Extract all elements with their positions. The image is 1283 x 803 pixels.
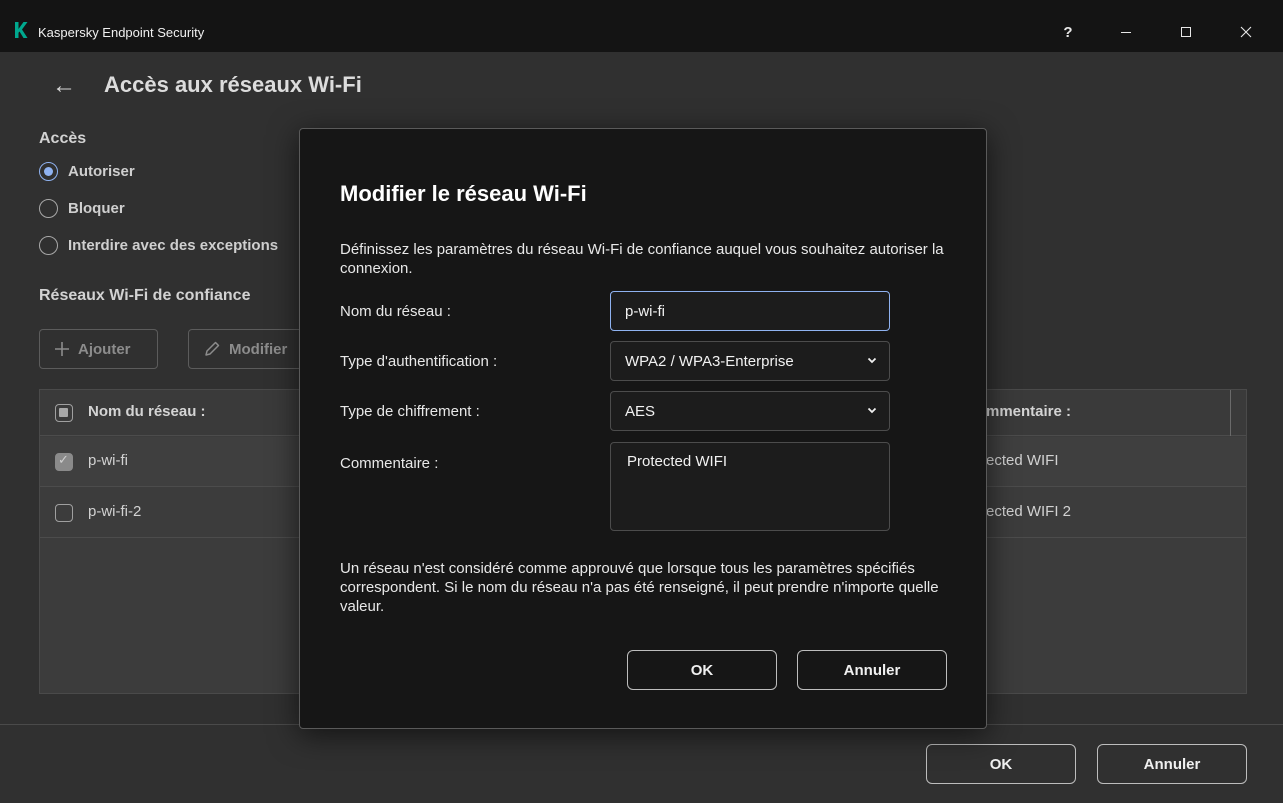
column-header-name[interactable]: Nom du réseau : — [88, 403, 206, 420]
column-resize-handle[interactable] — [1230, 390, 1231, 436]
chevron-down-icon — [867, 357, 877, 364]
dialog-title: Modifier le réseau Wi-Fi — [340, 181, 587, 206]
kaspersky-logo-icon — [15, 22, 28, 38]
add-button-label: Ajouter — [78, 340, 131, 358]
network-name-input[interactable]: p-wi-fi — [610, 291, 890, 331]
chevron-down-icon — [867, 407, 877, 414]
radio-allow-label: Autoriser — [68, 163, 135, 180]
trusted-networks-label: Réseaux Wi-Fi de confiance — [39, 287, 251, 304]
network-name-value: p-wi-fi — [625, 302, 665, 320]
radio-allow[interactable]: Autoriser — [39, 162, 135, 181]
auth-type-value: WPA2 / WPA3-Enterprise — [625, 352, 794, 370]
dialog-cancel-button[interactable]: Annuler — [797, 650, 947, 690]
radio-deny-label: Interdire avec des exceptions — [68, 237, 279, 254]
radio-block[interactable]: Bloquer — [39, 199, 125, 218]
close-button[interactable] — [1224, 14, 1268, 50]
comment-label: Commentaire : — [340, 455, 439, 472]
page-cancel-button[interactable]: Annuler — [1097, 744, 1247, 784]
network-name-label: Nom du réseau : — [340, 303, 451, 320]
app-title: Kaspersky Endpoint Security — [38, 25, 205, 40]
minimize-button[interactable] — [1104, 14, 1148, 50]
app-window: Kaspersky Endpoint Security ? ← Accès au… — [0, 0, 1283, 803]
add-button[interactable]: Ajouter — [39, 329, 158, 369]
maximize-icon — [1181, 27, 1191, 37]
auth-type-select[interactable]: WPA2 / WPA3-Enterprise — [610, 341, 890, 381]
radio-deny-with-exceptions[interactable]: Interdire avec des exceptions — [39, 236, 278, 255]
row-network-name: p-wi-fi — [88, 452, 128, 469]
access-section-label: Accès — [39, 130, 87, 147]
page-ok-button[interactable]: OK — [926, 744, 1076, 784]
encryption-type-value: AES — [625, 402, 656, 420]
row-comment: ected WIFI — [986, 452, 1059, 469]
maximize-button[interactable] — [1164, 14, 1208, 50]
edit-button-label: Modifier — [229, 340, 288, 358]
pencil-icon — [205, 341, 220, 356]
radio-block-label: Bloquer — [68, 200, 125, 217]
row-network-name: p-wi-fi-2 — [88, 503, 142, 520]
encryption-type-label: Type de chiffrement : — [340, 403, 480, 420]
auth-type-label: Type d'authentification : — [340, 353, 498, 370]
radio-empty-icon — [39, 199, 58, 218]
page-title: Accès aux réseaux Wi-Fi — [104, 72, 362, 97]
dialog-note: Un réseau n'est considéré comme approuvé… — [340, 560, 939, 615]
radio-empty-icon — [39, 236, 58, 255]
row-comment: ected WIFI 2 — [986, 503, 1072, 520]
minimize-icon — [1121, 32, 1131, 33]
title-bar: Kaspersky Endpoint Security ? — [0, 0, 1283, 52]
back-arrow-icon[interactable]: ← — [52, 72, 76, 100]
dialog-description: Définissez les paramètres du réseau Wi-F… — [340, 241, 944, 277]
comment-textarea[interactable]: Protected WIFI — [610, 442, 890, 531]
close-icon — [1240, 26, 1252, 38]
select-all-checkbox[interactable] — [55, 404, 73, 422]
plus-icon — [55, 342, 69, 356]
dialog-ok-button[interactable]: OK — [627, 650, 777, 690]
row-checkbox[interactable] — [55, 452, 73, 471]
column-header-comment[interactable]: mmentaire : — [986, 403, 1071, 420]
radio-selected-icon — [39, 162, 58, 181]
help-button[interactable]: ? — [1046, 14, 1090, 50]
encryption-type-select[interactable]: AES — [610, 391, 890, 431]
row-checkbox[interactable] — [55, 504, 73, 522]
edit-wifi-dialog: Modifier le réseau Wi-Fi Définissez les … — [299, 128, 987, 729]
